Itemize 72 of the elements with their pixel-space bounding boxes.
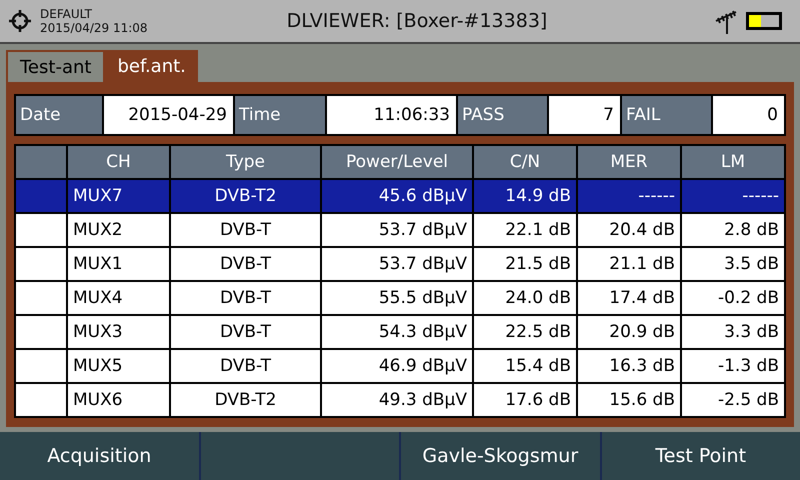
tab[interactable]: bef.ant. [105, 50, 198, 82]
row-selector-cell[interactable] [16, 316, 66, 348]
table-cell: 17.6 dB [474, 384, 576, 416]
date-time: 2015/04/29 11:08 [40, 21, 149, 35]
table-cell: 15.4 dB [474, 350, 576, 382]
header-cell [16, 146, 66, 178]
table-cell: 3.5 dB [682, 248, 784, 280]
table-cell: 22.1 dB [474, 214, 576, 246]
field-value: 2015-04-29 [104, 96, 233, 134]
table-cell: 2.8 dB [682, 214, 784, 246]
table-cell: ------ [682, 180, 784, 212]
table-cell: DVB-T [171, 248, 320, 280]
table-cell: ------ [578, 180, 680, 212]
field-value: 7 [549, 96, 620, 134]
row-selector-cell[interactable] [16, 282, 66, 314]
table-cell: MUX1 [68, 248, 169, 280]
table-cell: MUX3 [68, 316, 169, 348]
table-cell: 49.3 dBµV [322, 384, 472, 416]
table-cell: 54.3 dBµV [322, 316, 472, 348]
column-header: CH [68, 146, 169, 178]
window-title: DLVIEWER: [Boxer-#13383] [286, 10, 548, 32]
table-cell: -1.3 dB [682, 350, 784, 382]
battery-icon [746, 12, 782, 30]
row-selector-cell[interactable] [16, 384, 66, 416]
table-cell: 21.1 dB [578, 248, 680, 280]
table-cell: 46.9 dBµV [322, 350, 472, 382]
crosshair-icon [8, 9, 32, 33]
table-cell: MUX4 [68, 282, 169, 314]
column-header: MER [578, 146, 680, 178]
table-cell: DVB-T2 [171, 180, 320, 212]
table-cell: MUX7 [68, 180, 169, 212]
column-header: Type [171, 146, 320, 178]
table-cell: 14.9 dB [474, 180, 576, 212]
field-value: 0 [713, 96, 784, 134]
row-selector-cell[interactable] [16, 214, 66, 246]
table-cell: MUX2 [68, 214, 169, 246]
antenna-icon [714, 8, 738, 34]
profile-name: DEFAULT [40, 7, 93, 21]
table-cell: 53.7 dBµV [322, 248, 472, 280]
table-cell: 21.5 dB [474, 248, 576, 280]
table-cell: DVB-T [171, 214, 320, 246]
table-cell: 20.9 dB [578, 316, 680, 348]
column-header: C/N [474, 146, 576, 178]
table-cell: 24.0 dB [474, 282, 576, 314]
table-cell: -0.2 dB [682, 282, 784, 314]
table-cell: 3.3 dB [682, 316, 784, 348]
table-cell: MUX5 [68, 350, 169, 382]
tab[interactable]: Test-ant [6, 50, 106, 82]
field-label: Date [16, 96, 102, 134]
table-cell: 17.4 dB [578, 282, 680, 314]
field-label: PASS [458, 96, 547, 134]
table-cell: DVB-T [171, 316, 320, 348]
table-cell: 16.3 dB [578, 350, 680, 382]
column-header: LM [682, 146, 784, 178]
row-selector-cell[interactable] [16, 180, 66, 212]
table-cell: MUX6 [68, 384, 169, 416]
field-label: Time [235, 96, 325, 134]
table-cell: 22.5 dB [474, 316, 576, 348]
row-selector-cell[interactable] [16, 248, 66, 280]
table-cell: 55.5 dBµV [322, 282, 472, 314]
table-cell: 53.7 dBµV [322, 214, 472, 246]
table-cell: 15.6 dB [578, 384, 680, 416]
table-cell: -2.5 dB [682, 384, 784, 416]
table-cell: 45.6 dBµV [322, 180, 472, 212]
table-cell: 20.4 dB [578, 214, 680, 246]
table-cell: DVB-T2 [171, 384, 320, 416]
table-cell: DVB-T [171, 350, 320, 382]
field-label: FAIL [622, 96, 711, 134]
field-value: 11:06:33 [327, 96, 456, 134]
row-selector-cell[interactable] [16, 350, 66, 382]
column-header: Power/Level [322, 146, 472, 178]
table-cell: DVB-T [171, 282, 320, 314]
